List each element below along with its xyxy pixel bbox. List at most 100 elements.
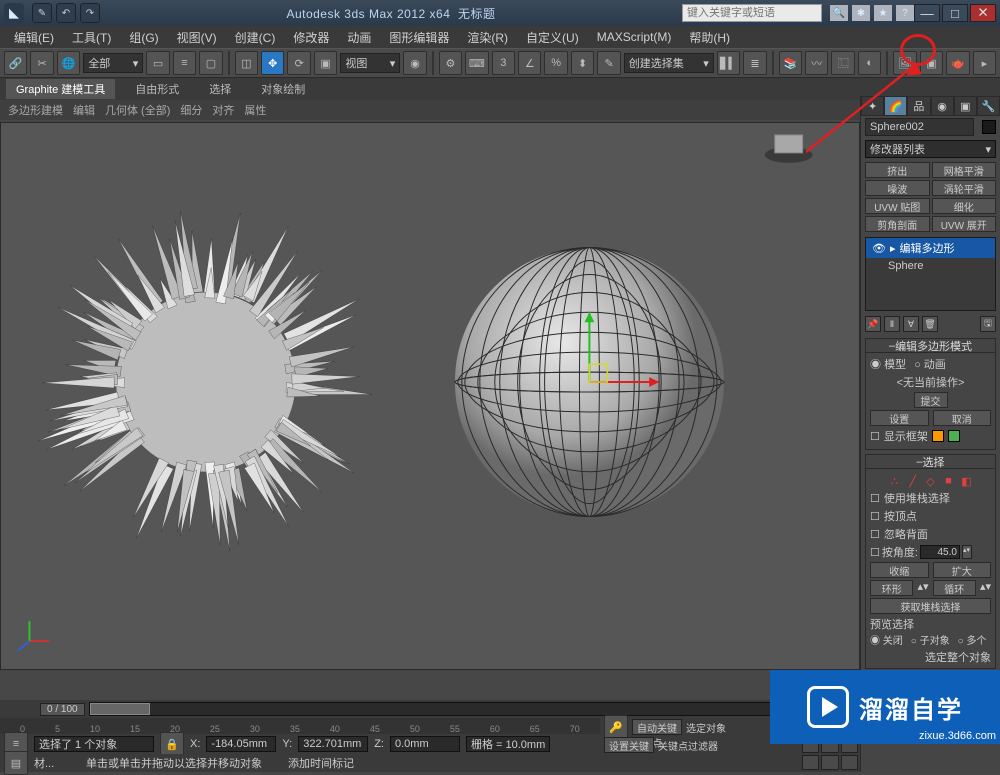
ring-spinner-icon[interactable]: ▴▾ bbox=[917, 580, 928, 596]
modifier-list-combo[interactable]: 修改器列表 bbox=[865, 140, 996, 158]
angle-snap-icon[interactable]: ∠ bbox=[518, 51, 541, 75]
subobj-border-icon[interactable]: ◇ bbox=[924, 474, 938, 488]
menu-tools[interactable]: 工具(T) bbox=[64, 27, 119, 48]
infocenter-icon[interactable]: 🔍 bbox=[830, 5, 848, 21]
set-key-button[interactable]: 设置关键点 bbox=[604, 737, 654, 753]
maxscript-mini-icon[interactable]: ▤ bbox=[4, 751, 28, 775]
menu-edit[interactable]: 编辑(E) bbox=[6, 27, 62, 48]
curve-editor-icon[interactable]: 〰 bbox=[805, 51, 828, 75]
region-rect-icon[interactable]: ▢ bbox=[199, 51, 222, 75]
selection-filter-combo[interactable]: 全部 bbox=[83, 53, 143, 73]
qat-redo-icon[interactable]: ↷ bbox=[80, 3, 100, 23]
btn-extrude[interactable]: 挤出 bbox=[865, 162, 930, 178]
rollout-header-sel[interactable]: – 选择 bbox=[866, 455, 995, 469]
render-production-icon[interactable]: 🫖 bbox=[946, 51, 969, 75]
tab-hierarchy-icon[interactable]: 品 bbox=[907, 96, 930, 116]
tab-selection[interactable]: 选择 bbox=[199, 79, 241, 99]
show-end-icon[interactable]: Ⅱ bbox=[884, 316, 900, 332]
configure-sets-icon[interactable]: 🖫 bbox=[980, 316, 996, 332]
time-slider[interactable]: 0 / 100 bbox=[0, 700, 800, 718]
radio-preview-off[interactable]: ◉ 关闭 bbox=[870, 632, 903, 647]
app-menu-icon[interactable]: ◣ bbox=[4, 3, 24, 23]
chk-ignore-backfacing[interactable]: ☐ bbox=[870, 528, 880, 541]
keyboard-shortcut-icon[interactable]: ⌨ bbox=[465, 51, 488, 75]
grow-button[interactable]: 扩大 bbox=[933, 562, 992, 578]
tab-utilities-icon[interactable]: 🔧 bbox=[977, 96, 1000, 116]
menu-create[interactable]: 创建(C) bbox=[227, 27, 284, 48]
sub-subdivision[interactable]: 细分 bbox=[180, 102, 202, 118]
tab-modify-icon[interactable]: 🌈 bbox=[884, 96, 907, 116]
align-icon[interactable]: ≣ bbox=[743, 51, 766, 75]
shrink-button[interactable]: 收缩 bbox=[870, 562, 929, 578]
object-name-field[interactable]: Sphere002 bbox=[865, 118, 974, 136]
radio-model[interactable]: ◉ 模型 bbox=[870, 356, 906, 372]
spinner-snap-icon[interactable]: ⬍ bbox=[571, 51, 594, 75]
menu-graph-editors[interactable]: 图形编辑器 bbox=[381, 27, 457, 48]
qat-undo-icon[interactable]: ↶ bbox=[56, 3, 76, 23]
favorites-icon[interactable]: ★ bbox=[874, 5, 892, 21]
btn-unwrap[interactable]: UVW 展开 bbox=[932, 216, 997, 232]
select-move-icon[interactable]: ✥ bbox=[261, 51, 284, 75]
menu-maxscript[interactable]: MAXScript(M) bbox=[589, 28, 680, 46]
percent-snap-icon[interactable]: % bbox=[544, 51, 567, 75]
mirror-icon[interactable]: ▋▍ bbox=[717, 51, 740, 75]
rendered-frame-icon[interactable]: ▣ bbox=[920, 51, 943, 75]
link-icon[interactable]: 🔗 bbox=[4, 51, 27, 75]
sub-geometry[interactable]: 几何体 (全部) bbox=[105, 102, 170, 118]
menu-rendering[interactable]: 渲染(R) bbox=[459, 27, 516, 48]
coord-x[interactable]: -184.05mm bbox=[206, 736, 276, 752]
object-color-swatch[interactable] bbox=[982, 120, 996, 134]
ref-coord-combo[interactable]: 视图 bbox=[340, 53, 400, 73]
get-stack-sel-button[interactable]: 获取堆栈选择 bbox=[870, 598, 991, 614]
make-unique-icon[interactable]: ∀ bbox=[903, 316, 919, 332]
render-setup-icon[interactable]: 🖼 bbox=[893, 51, 916, 75]
sub-edit[interactable]: 编辑 bbox=[73, 102, 95, 118]
viewport[interactable] bbox=[0, 122, 860, 670]
show-cage-checkbox[interactable]: ☐ bbox=[870, 430, 880, 443]
subobj-vertex-icon[interactable]: ∴ bbox=[888, 474, 902, 488]
tab-display-icon[interactable]: ▣ bbox=[954, 96, 977, 116]
fov-icon[interactable] bbox=[802, 755, 819, 771]
btn-turbosmooth[interactable]: 涡轮平滑 bbox=[932, 180, 997, 196]
schematic-view-icon[interactable]: ⿺ bbox=[831, 51, 854, 75]
window-crossing-icon[interactable]: ◫ bbox=[235, 51, 258, 75]
maximize-button[interactable]: □ bbox=[942, 4, 968, 22]
render-iterative-icon[interactable]: ▸ bbox=[973, 51, 996, 75]
eye-icon[interactable]: 👁 bbox=[872, 242, 886, 255]
settings-button[interactable]: 设置 bbox=[870, 410, 929, 426]
spinner-arrows-icon[interactable]: ▴▾ bbox=[962, 545, 972, 559]
chk-by-vertex[interactable]: ☐ bbox=[870, 510, 880, 523]
subobj-element-icon[interactable]: ◧ bbox=[960, 474, 974, 488]
chk-use-stack[interactable]: ☐ bbox=[870, 492, 880, 505]
stack-item-editpoly[interactable]: 👁▸ 编辑多边形 bbox=[866, 238, 995, 258]
help-search-input[interactable] bbox=[682, 4, 822, 22]
rollout-header[interactable]: – 编辑多边形模式 bbox=[866, 339, 995, 353]
btn-meshsmooth[interactable]: 网格平滑 bbox=[932, 162, 997, 178]
orbit-icon[interactable] bbox=[841, 755, 858, 771]
tab-create-icon[interactable]: ✦ bbox=[861, 96, 884, 116]
named-selection-combo[interactable]: 创建选择集 bbox=[624, 53, 714, 73]
menu-views[interactable]: 视图(V) bbox=[169, 27, 225, 48]
cage-color-2[interactable] bbox=[948, 430, 960, 442]
pivot-icon[interactable]: ◉ bbox=[403, 51, 426, 75]
close-button[interactable]: ✕ bbox=[970, 4, 996, 22]
btn-noise[interactable]: 噪波 bbox=[865, 180, 930, 196]
manipulate-icon[interactable]: ⚙ bbox=[439, 51, 462, 75]
minimize-button[interactable]: — bbox=[914, 4, 940, 22]
key-target-combo[interactable]: 选定对象 bbox=[686, 720, 726, 735]
angle-spinner[interactable] bbox=[920, 545, 960, 559]
modifier-stack[interactable]: 👁▸ 编辑多边形 Sphere bbox=[865, 237, 996, 311]
auto-key-button[interactable]: 自动关键点 bbox=[632, 719, 682, 735]
menu-help[interactable]: 帮助(H) bbox=[681, 27, 738, 48]
subobj-poly-icon[interactable]: ■ bbox=[942, 474, 956, 488]
edit-named-sel-icon[interactable]: ✎ bbox=[597, 51, 620, 75]
stack-item-base[interactable]: Sphere bbox=[866, 258, 995, 274]
tab-graphite[interactable]: Graphite 建模工具 bbox=[6, 79, 115, 99]
radio-animate[interactable]: ○ 动画 bbox=[914, 356, 946, 372]
tab-object-paint[interactable]: 对象绘制 bbox=[251, 79, 315, 99]
key-filters-link[interactable]: 关键点过滤器 bbox=[658, 738, 718, 753]
menu-customize[interactable]: 自定义(U) bbox=[518, 27, 587, 48]
lock-selection-icon[interactable]: 🔒 bbox=[160, 732, 184, 756]
radio-preview-sub[interactable]: ○ 子对象 bbox=[911, 632, 950, 647]
select-scale-icon[interactable]: ▣ bbox=[314, 51, 337, 75]
